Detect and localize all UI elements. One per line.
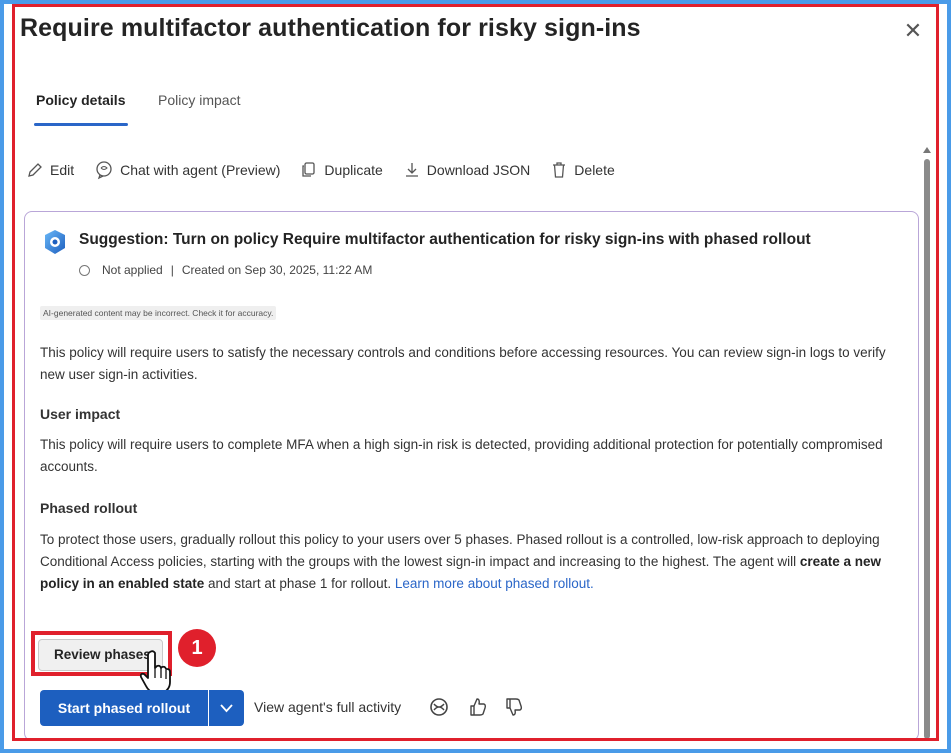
edit-label: Edit bbox=[50, 162, 75, 178]
panel-title: Require multifactor authentication for r… bbox=[20, 14, 641, 42]
user-impact-heading: User impact bbox=[40, 406, 121, 422]
start-rollout-dropdown-button[interactable] bbox=[209, 690, 244, 726]
chat-with-agent-button[interactable]: Chat with agent (Preview) bbox=[94, 160, 280, 180]
scrollbar-thumb[interactable] bbox=[924, 159, 930, 739]
status-circle-icon bbox=[79, 264, 90, 276]
start-phased-rollout-button[interactable]: Start phased rollout bbox=[40, 690, 208, 726]
meta-separator: | bbox=[170, 263, 174, 277]
user-impact-text: This policy will require users to comple… bbox=[40, 437, 883, 474]
hand-cursor-icon bbox=[139, 650, 171, 694]
pencil-icon bbox=[28, 163, 42, 177]
close-icon[interactable]: ✕ bbox=[902, 20, 924, 42]
delete-label: Delete bbox=[574, 162, 615, 178]
tab-policy-details[interactable]: Policy details bbox=[36, 92, 125, 108]
phased-rollout-text: To protect those users, gradually rollou… bbox=[40, 529, 912, 595]
active-tab-indicator bbox=[34, 123, 128, 126]
download-label: Download JSON bbox=[426, 162, 531, 178]
created-date: Created on Sep 30, 2025, 11:22 AM bbox=[181, 263, 373, 277]
agent-activity-icon[interactable] bbox=[428, 696, 450, 718]
learn-more-link[interactable]: Learn more about phased rollout. bbox=[395, 576, 594, 591]
chat-icon bbox=[96, 161, 112, 180]
download-json-button[interactable]: Download JSON bbox=[403, 161, 531, 179]
trash-icon bbox=[553, 162, 566, 178]
phased-rollout-heading: Phased rollout bbox=[40, 500, 138, 516]
agent-icon bbox=[45, 230, 65, 254]
delete-button[interactable]: Delete bbox=[550, 161, 615, 179]
scroll-up-icon[interactable] bbox=[923, 147, 931, 153]
copy-icon bbox=[302, 162, 316, 177]
view-agent-activity-link[interactable]: View agent's full activity bbox=[254, 699, 401, 715]
edit-button[interactable]: Edit bbox=[26, 161, 74, 179]
thumbs-up-icon[interactable] bbox=[467, 696, 489, 718]
step-number-badge: 1 bbox=[178, 629, 216, 667]
suggestion-meta: Not applied | Created on Sep 30, 2025, 1… bbox=[79, 263, 372, 277]
tab-policy-impact[interactable]: Policy impact bbox=[158, 92, 240, 108]
duplicate-label: Duplicate bbox=[324, 162, 383, 178]
scrollbar[interactable] bbox=[920, 145, 934, 741]
phased-text-part1: To protect those users, gradually rollou… bbox=[40, 532, 880, 569]
ai-notice-badge: AI-generated content may be incorrect. C… bbox=[40, 306, 277, 320]
download-icon bbox=[405, 163, 418, 177]
phased-text-part2: and start at phase 1 for rollout. bbox=[204, 576, 395, 591]
chat-label: Chat with agent (Preview) bbox=[120, 162, 281, 178]
duplicate-button[interactable]: Duplicate bbox=[300, 161, 383, 179]
suggestion-title: Suggestion: Turn on policy Require multi… bbox=[79, 231, 811, 248]
thumbs-down-icon[interactable] bbox=[503, 696, 525, 718]
status-text: Not applied bbox=[102, 263, 163, 277]
toolbar: Edit Chat with agent (Preview) Duplicate… bbox=[26, 158, 635, 182]
chevron-down-icon bbox=[220, 704, 233, 713]
intro-text: This policy will require users to satisf… bbox=[40, 345, 886, 382]
